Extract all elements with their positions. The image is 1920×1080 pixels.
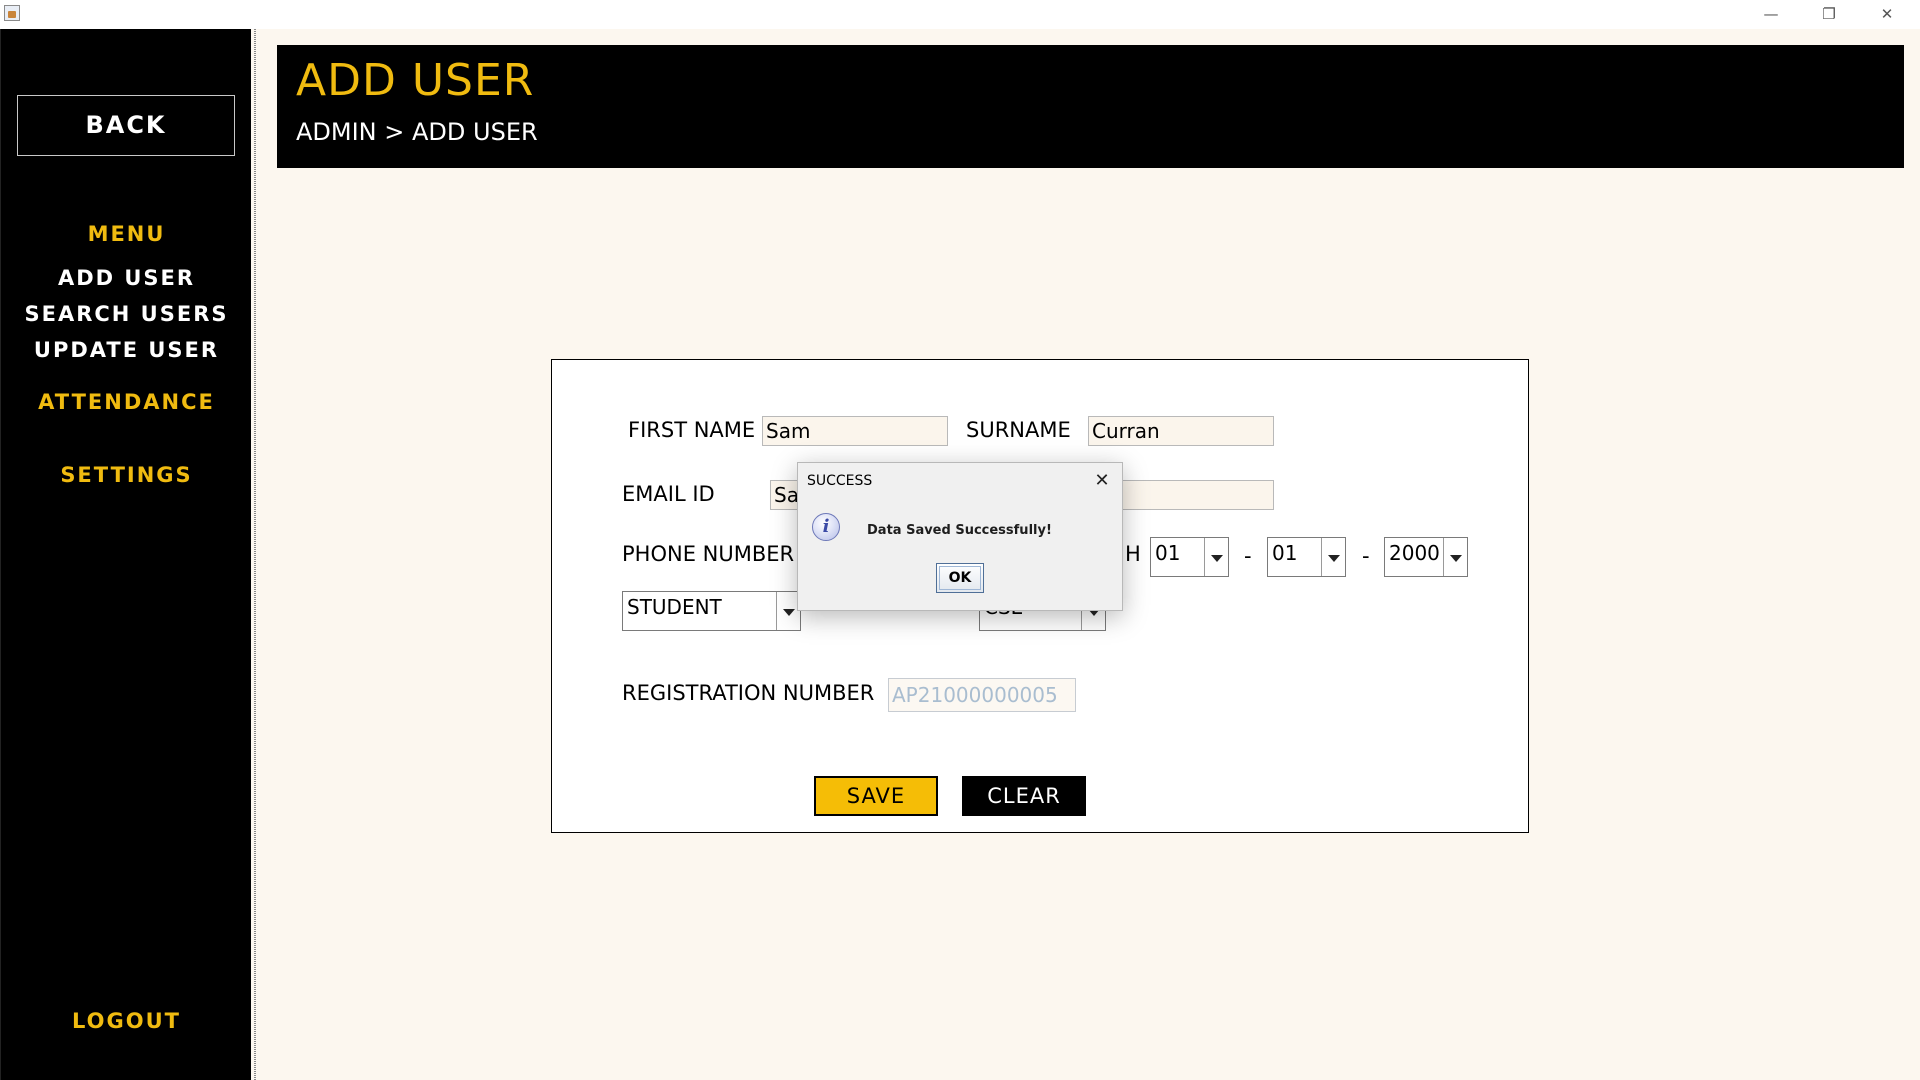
phone-label: PHONE NUMBER bbox=[622, 542, 795, 566]
breadcrumb: ADMIN > ADD USER bbox=[296, 118, 538, 146]
window-title-bar: — ❐ ✕ bbox=[0, 0, 1920, 29]
surname-field[interactable]: Curran bbox=[1088, 416, 1274, 446]
ok-button[interactable]: OK bbox=[936, 563, 984, 593]
role-value: STUDENT bbox=[627, 595, 722, 619]
split-pane-divider[interactable] bbox=[251, 29, 262, 1080]
sidebar-item-search-users[interactable]: SEARCH USERS bbox=[1, 302, 252, 326]
dialog-title: SUCCESS bbox=[807, 473, 873, 489]
restore-icon[interactable]: ❐ bbox=[1800, 0, 1858, 29]
info-icon: i bbox=[812, 513, 840, 541]
close-icon[interactable]: ✕ bbox=[1088, 467, 1116, 495]
role-select[interactable]: STUDENT bbox=[622, 591, 801, 631]
back-button[interactable]: BACK bbox=[17, 95, 235, 156]
save-button[interactable]: SAVE bbox=[814, 776, 938, 816]
dob-day-value: 01 bbox=[1155, 541, 1181, 565]
page-header: ADD USER ADMIN > ADD USER bbox=[277, 45, 1904, 168]
logout-button[interactable]: LOGOUT bbox=[1, 1009, 252, 1033]
chevron-down-icon[interactable] bbox=[1321, 538, 1345, 576]
registration-number-field: AP21000000005 bbox=[888, 678, 1076, 712]
date-separator: - bbox=[1244, 544, 1252, 568]
dob-year-select[interactable]: 2000 bbox=[1384, 537, 1468, 577]
first-name-field[interactable]: Sam bbox=[762, 416, 948, 446]
close-window-icon[interactable]: ✕ bbox=[1858, 0, 1916, 29]
success-dialog: SUCCESS ✕ i Data Saved Successfully! OK bbox=[797, 462, 1123, 611]
sidebar-item-settings[interactable]: SETTINGS bbox=[1, 463, 252, 487]
dialog-message: Data Saved Successfully! bbox=[867, 523, 1052, 538]
email-label: EMAIL ID bbox=[622, 482, 715, 506]
chevron-down-icon[interactable] bbox=[1443, 538, 1467, 576]
dob-month-value: 01 bbox=[1272, 541, 1298, 565]
clear-button[interactable]: CLEAR bbox=[962, 776, 1086, 816]
sidebar-item-update-user[interactable]: UPDATE USER bbox=[1, 338, 252, 362]
dob-month-select[interactable]: 01 bbox=[1267, 537, 1346, 577]
java-app-icon bbox=[4, 5, 20, 21]
dob-day-select[interactable]: 01 bbox=[1150, 537, 1229, 577]
page-title: ADD USER bbox=[296, 55, 535, 106]
sidebar: BACK MENU ADD USER SEARCH USERS UPDATE U… bbox=[0, 29, 251, 1080]
surname-label: SURNAME bbox=[966, 418, 1071, 442]
date-separator: - bbox=[1362, 544, 1370, 568]
sidebar-item-add-user[interactable]: ADD USER bbox=[1, 266, 252, 290]
menu-heading: MENU bbox=[87, 222, 166, 246]
dob-year-value: 2000 bbox=[1389, 541, 1440, 565]
chevron-down-icon[interactable] bbox=[1204, 538, 1228, 576]
date-of-birth-label: H bbox=[1125, 542, 1141, 566]
registration-number-label: REGISTRATION NUMBER bbox=[622, 681, 875, 705]
first-name-label: FIRST NAME bbox=[628, 418, 756, 442]
sidebar-item-attendance[interactable]: ATTENDANCE bbox=[1, 390, 252, 414]
minimize-icon[interactable]: — bbox=[1742, 0, 1800, 29]
